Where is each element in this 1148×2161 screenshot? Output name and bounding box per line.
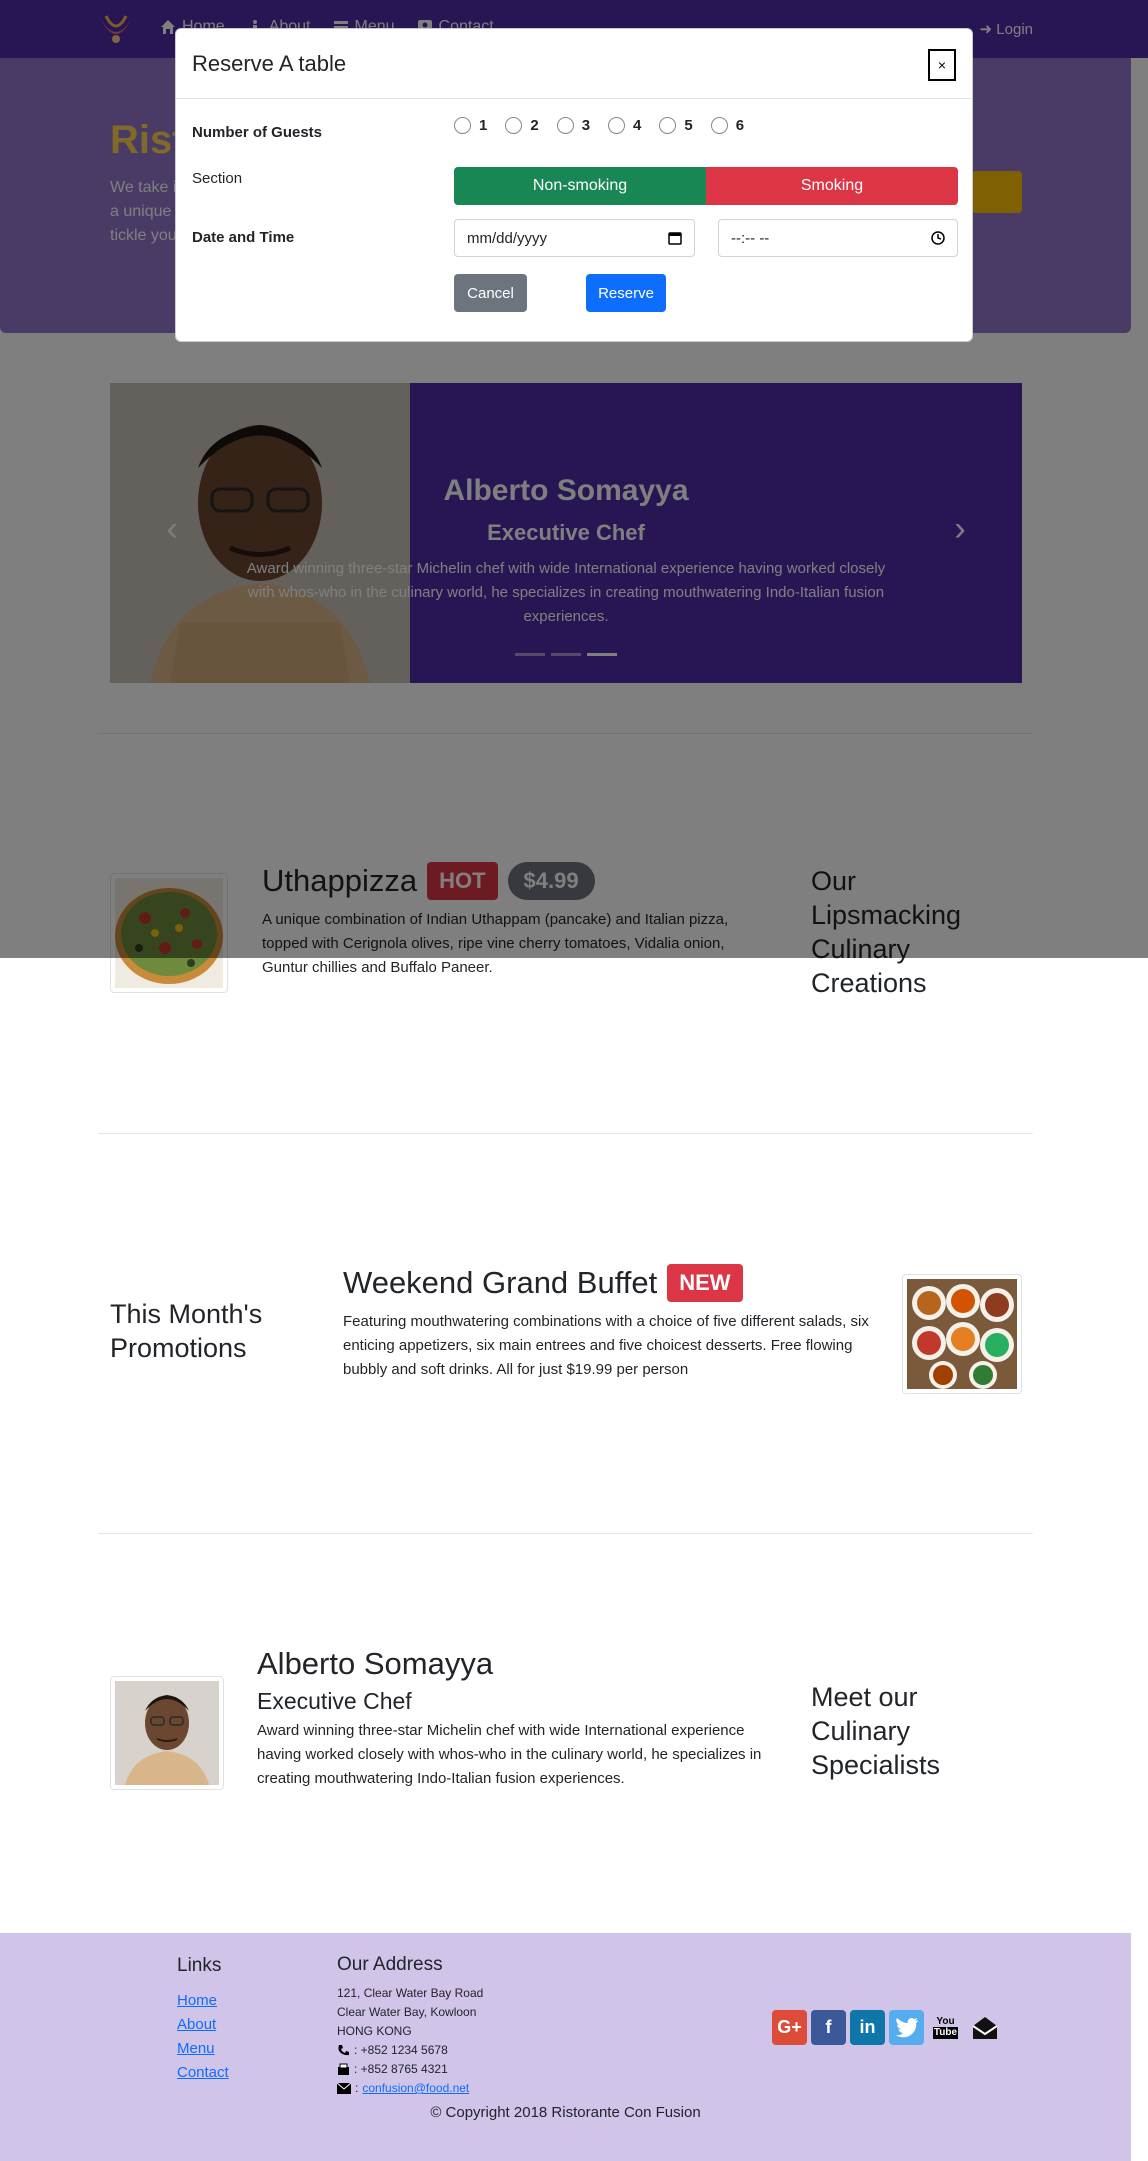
footer-link-item: Menu [177,2037,229,2061]
guest-option-4[interactable]: 4 [608,117,641,134]
divider [98,1133,1033,1134]
facebook-icon[interactable]: f [811,2010,846,2045]
fax-number: : +852 8765 4321 [354,2062,448,2076]
leader-description: Award winning three-star Michelin chef w… [257,1722,762,1787]
footer-link-item: Home [177,1989,229,2013]
radio-button[interactable] [608,117,626,134]
guest-option-3[interactable]: 3 [556,117,591,134]
leader-photo [115,1681,219,1785]
divider [98,1533,1033,1534]
modal-title: Reserve A table [192,51,347,76]
leader-name: Alberto Somayya [257,1646,494,1681]
smoking-button[interactable]: Smoking [706,167,958,205]
twitter-bird-icon [894,2017,918,2037]
linkedin-icon[interactable]: in [850,2010,885,2045]
reserve-button[interactable]: Reserve [586,274,666,312]
footer-address-title: Our Address [337,1954,443,1975]
footer-links: Links Home About Menu Contact [177,1955,229,2085]
email-link[interactable]: confusion@food.net [362,2079,469,2098]
email-line: : confusion@food.net [337,2079,483,2098]
radio-button[interactable] [556,117,574,134]
promotion-media-body: Weekend Grand Buffet NEW Featuring mouth… [343,1264,873,1382]
leader-media-body: Alberto Somayya Executive Chef Award win… [257,1646,787,1791]
leader-designation: Executive Chef [257,1688,412,1714]
twitter-icon[interactable] [889,2010,924,2045]
envelope-open-icon [971,2016,998,2039]
radio-button[interactable] [710,117,728,134]
radio-button[interactable] [659,117,677,134]
footer-address: Our Address 121, Clear Water Bay Road Cl… [337,1955,483,2098]
side-heading-line: Promotions [110,1333,247,1363]
fax-line: : +852 8765 4321 [337,2060,483,2079]
guest-option-label: 3 [581,117,591,134]
address-line: Clear Water Bay, Kowloon [337,2005,477,2019]
promotions-side-heading: This Month's Promotions [110,1297,340,1365]
calendar-icon[interactable] [668,231,682,245]
section-label: Section [192,170,243,187]
footer-link-item: Contact [177,2061,229,2085]
footer-link-menu[interactable]: Menu [177,2040,215,2057]
new-badge: NEW [667,1264,743,1302]
guest-option-1[interactable]: 1 [454,117,487,134]
guest-option-6[interactable]: 6 [710,117,745,134]
side-heading-line: Culinary [811,1716,911,1746]
time-placeholder: --:-- -- [731,229,770,247]
phone-line: : +852 1234 5678 [337,2041,483,2060]
promotion-name: Weekend Grand Buffet [343,1265,658,1300]
clock-icon[interactable] [931,231,945,245]
date-placeholder: mm/dd/yyyy [467,229,548,247]
reserve-table-modal: Reserve A table × Number of Guests 1 2 3… [175,28,973,342]
youtube-icon[interactable]: You Tube [928,2010,963,2045]
non-smoking-button[interactable]: Non-smoking [454,167,706,205]
leaders-side-heading: Meet our Culinary Specialists [811,1680,1011,1782]
phone-icon [338,2045,349,2056]
radio-button[interactable] [505,117,523,134]
close-button[interactable]: × [928,49,956,81]
footer-link-about[interactable]: About [177,2016,216,2033]
guest-option-label: 1 [479,117,488,134]
modal-header: Reserve A table × [176,29,972,99]
mail-icon[interactable] [967,2010,1002,2045]
phone-number: : +852 1234 5678 [354,2043,448,2057]
social-links: G+ f in You Tube [772,2010,1002,2045]
footer-link-contact[interactable]: Contact [177,2064,229,2081]
side-heading-line: Creations [811,968,927,998]
promotion-heading: Weekend Grand Buffet NEW [343,1264,873,1302]
copyright: © Copyright 2018 Ristorante Con Fusion [430,2104,701,2121]
promotion-thumbnail [902,1274,1022,1394]
leader-thumbnail [110,1676,224,1790]
guest-option-2[interactable]: 2 [505,117,539,134]
footer-links-title: Links [177,1955,222,1976]
guest-option-label: 6 [735,117,745,134]
guest-option-5[interactable]: 5 [659,117,693,134]
date-input[interactable]: mm/dd/yyyy [454,219,695,257]
guests-label: Number of Guests [192,124,323,141]
email-colon: : [355,2081,359,2095]
guests-radio-group: 1 2 3 4 5 6 [454,117,744,134]
time-input[interactable]: --:-- -- [718,219,958,257]
cancel-button[interactable]: Cancel [454,274,527,312]
datetime-label: Date and Time [192,229,295,246]
address-line: HONG KONG [337,2024,412,2038]
guest-option-label: 5 [684,117,693,134]
envelope-icon [337,2083,351,2094]
guest-option-label: 2 [530,117,539,134]
section-toggle-group: Non-smoking Smoking [454,167,958,205]
footer-link-home[interactable]: Home [177,1992,217,2009]
footer-link-item: About [177,2013,229,2037]
side-heading-line: Specialists [811,1750,941,1780]
promotion-description: Featuring mouthwatering combinations wit… [343,1313,869,1378]
address-lines: 121, Clear Water Bay Road Clear Water Ba… [337,1984,483,2098]
footer-links-list: Home About Menu Contact [177,1989,229,2085]
side-heading-line: Meet our [811,1682,918,1712]
fax-icon [338,2063,349,2075]
guest-option-label: 4 [633,117,642,134]
google-plus-icon[interactable]: G+ [772,2010,807,2045]
radio-button[interactable] [454,117,471,134]
side-heading-line: This Month's [110,1299,263,1329]
footer: Links Home About Menu Contact Our Addres… [0,1933,1131,2161]
buffet-image [907,1279,1017,1389]
address-line: 121, Clear Water Bay Road [337,1986,484,2000]
